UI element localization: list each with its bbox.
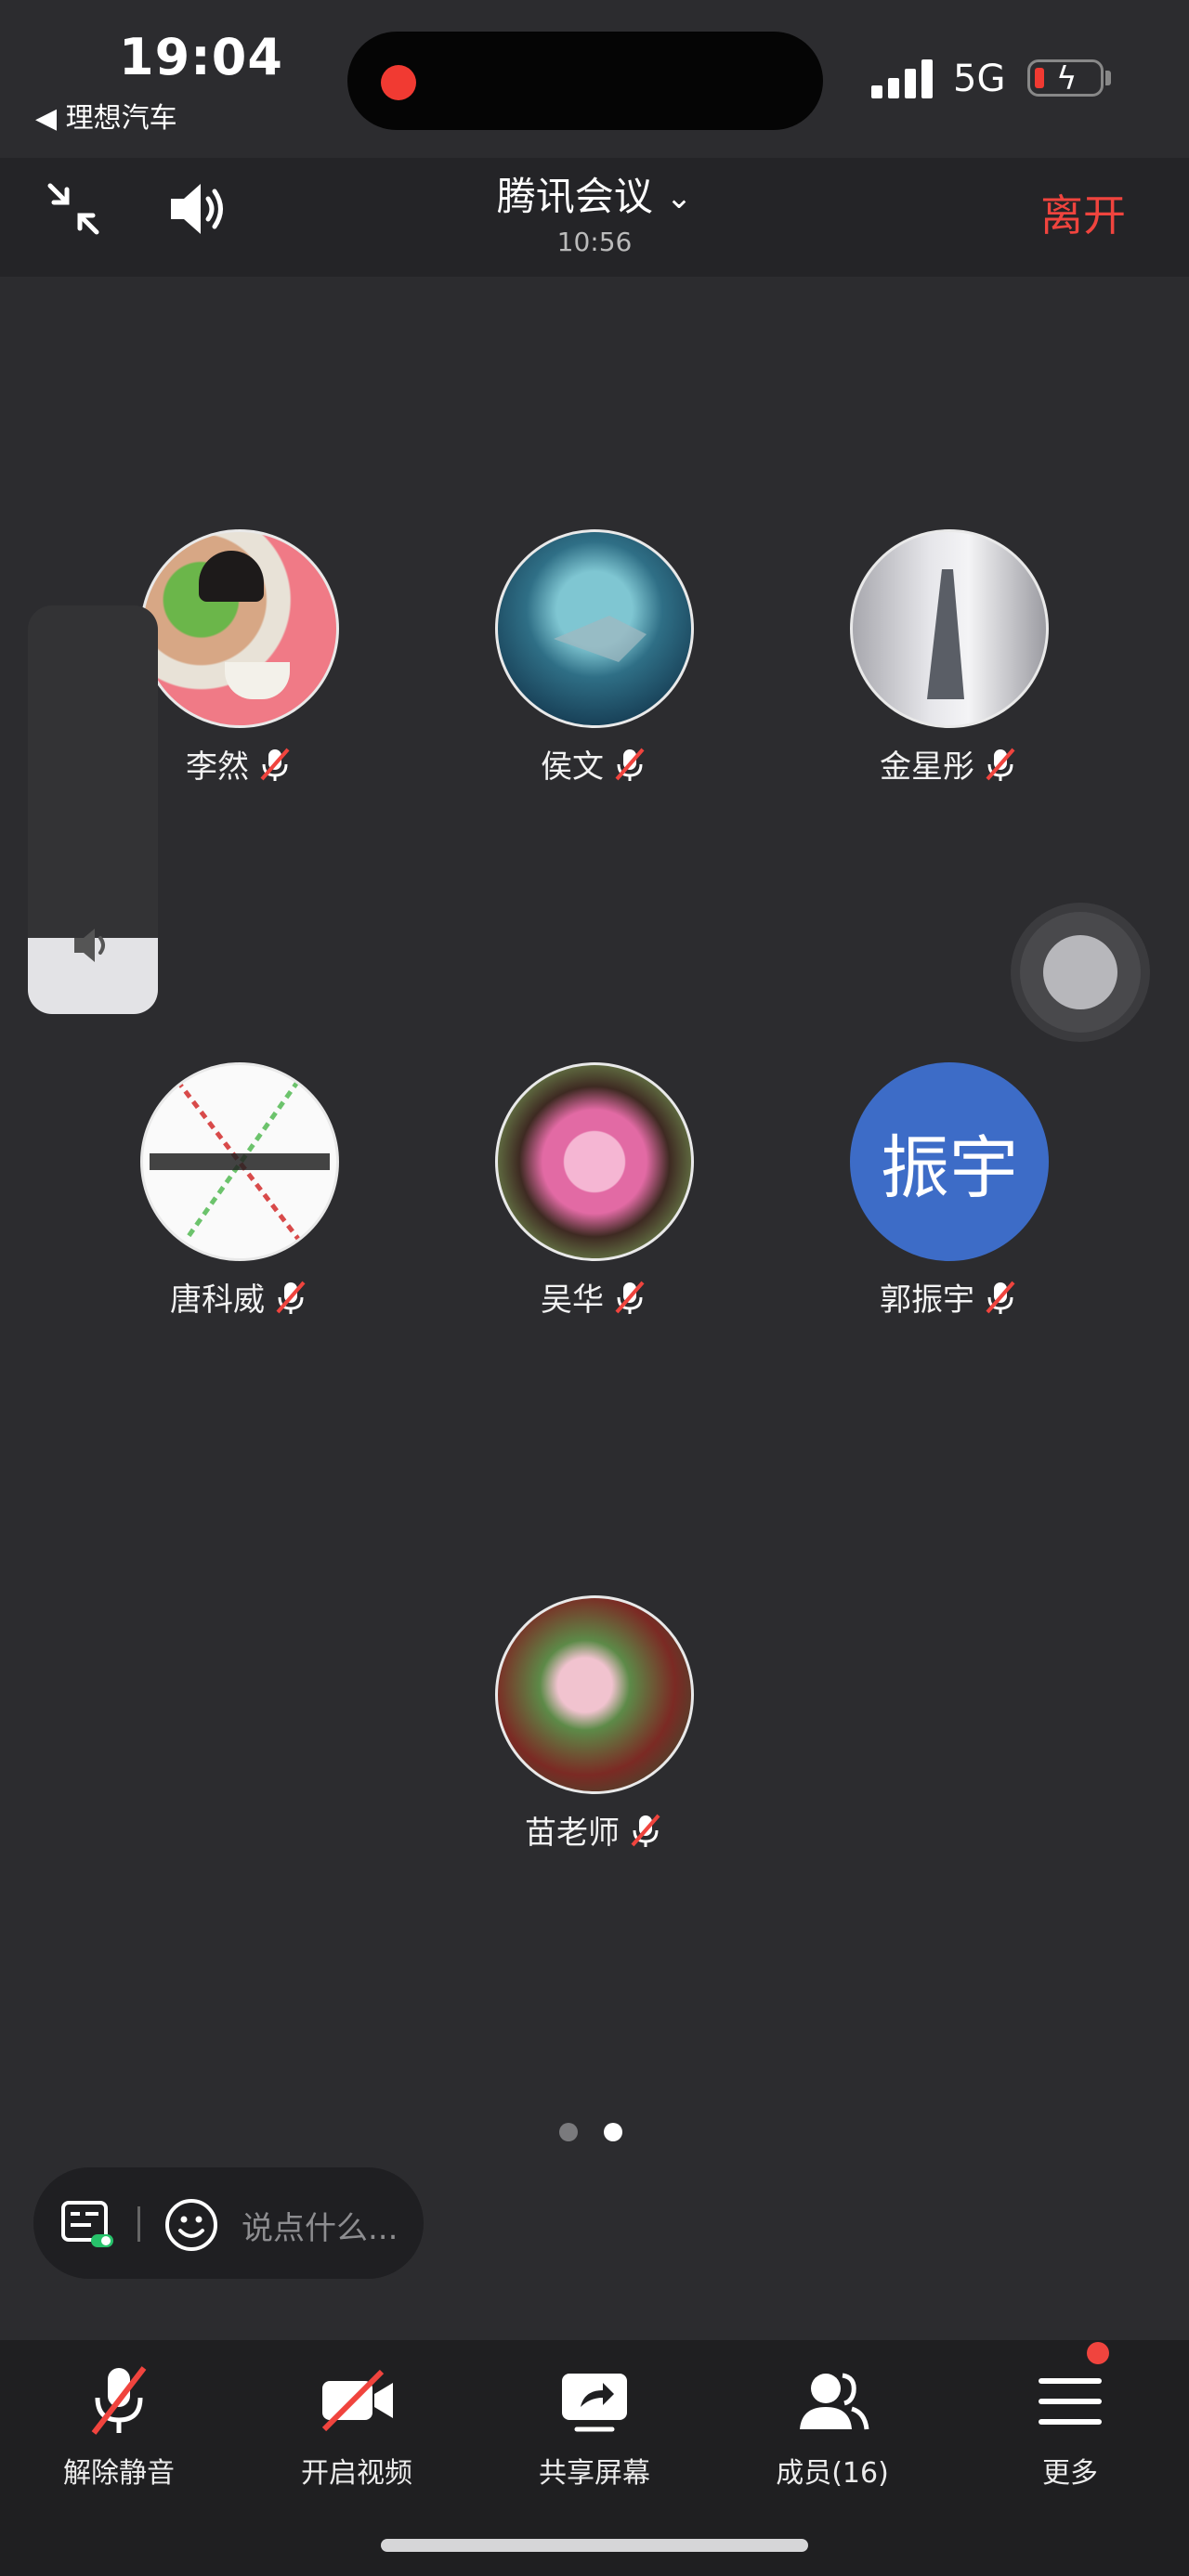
recording-indicator-icon	[381, 65, 416, 100]
volume-icon	[74, 929, 105, 962]
volume-slider[interactable]	[28, 605, 158, 1014]
home-indicator[interactable]	[381, 2539, 808, 2552]
participant-tile[interactable]: 金星彤	[829, 529, 1070, 787]
avatar	[495, 1595, 694, 1794]
toolbar-label: 成员(16)	[776, 2457, 889, 2490]
meeting-duration: 10:56	[556, 227, 633, 257]
participant-tile[interactable]: 吴华	[474, 1062, 715, 1320]
toolbar-label: 共享屏幕	[539, 2457, 650, 2490]
network-type: 5G	[953, 58, 1006, 100]
avatar: 振宇	[850, 1062, 1049, 1261]
back-to-app-link[interactable]: ◀ 理想汽车	[35, 95, 177, 136]
mic-muted-icon	[91, 2366, 147, 2435]
participant-tile[interactable]: 唐科威	[119, 1062, 360, 1320]
participant-name: 侯文	[541, 748, 604, 786]
page-indicator	[559, 2123, 622, 2141]
status-time: 19:04	[119, 28, 283, 86]
avatar	[495, 1062, 694, 1261]
participant-name: 郭振宇	[880, 1281, 974, 1319]
mic-muted-icon	[615, 1281, 645, 1314]
participant-name: 吴华	[541, 1281, 604, 1319]
leave-button[interactable]: 离开	[1040, 182, 1126, 243]
mic-muted-icon	[986, 1281, 1015, 1314]
emoji-icon[interactable]	[163, 2197, 219, 2253]
chat-input-bar[interactable]: 说点什么...	[33, 2167, 424, 2279]
members-button[interactable]: 成员(16)	[721, 2359, 944, 2491]
toolbar-label: 解除静音	[63, 2457, 175, 2490]
divider	[137, 2206, 140, 2242]
share-screen-icon	[562, 2374, 627, 2432]
avatar	[140, 1062, 339, 1261]
avatar	[140, 529, 339, 728]
avatar	[495, 529, 694, 728]
share-screen-button[interactable]: 共享屏幕	[483, 2359, 706, 2491]
unmute-button[interactable]: 解除静音	[7, 2359, 230, 2491]
meeting-title-button[interactable]: 腾讯会议 ⌄	[0, 158, 1189, 222]
battery-nub	[1105, 71, 1111, 85]
notification-badge	[1087, 2342, 1109, 2364]
mic-muted-icon	[260, 748, 290, 781]
chat-placeholder[interactable]: 说点什么...	[242, 2203, 398, 2248]
participant-name: 唐科威	[170, 1281, 265, 1319]
video-off-icon	[321, 2369, 393, 2432]
participant-name: 金星彤	[880, 748, 974, 786]
toolbar-label: 开启视频	[301, 2457, 412, 2490]
avatar	[850, 529, 1049, 728]
battery-icon: ϟ	[1027, 59, 1104, 98]
start-video-button[interactable]: 开启视频	[245, 2359, 468, 2491]
assistive-touch-button[interactable]	[1020, 912, 1141, 1033]
more-menu-icon	[1039, 2378, 1102, 2425]
more-button[interactable]: 更多	[959, 2359, 1182, 2491]
participant-tile[interactable]: 侯文	[474, 529, 715, 787]
participant-name: 苗老师	[525, 1815, 620, 1852]
page-dot[interactable]	[559, 2123, 578, 2141]
mic-muted-icon	[276, 1281, 306, 1314]
chevron-down-icon: ⌄	[665, 179, 693, 216]
cellular-signal-icon	[871, 59, 936, 98]
members-icon	[800, 2373, 869, 2430]
captions-icon[interactable]	[59, 2199, 115, 2251]
dynamic-island	[347, 32, 823, 130]
participant-tile[interactable]: 振宇 郭振宇	[829, 1062, 1070, 1320]
mic-muted-icon	[631, 1814, 660, 1847]
mic-muted-icon	[615, 748, 645, 781]
participant-name: 李然	[186, 748, 249, 786]
mic-muted-icon	[986, 748, 1015, 781]
participant-tile[interactable]: 苗老师	[474, 1595, 715, 1853]
meeting-title: 腾讯会议	[496, 174, 653, 219]
avatar-initials: 振宇	[881, 1127, 1018, 1208]
toolbar-label: 更多	[1042, 2457, 1098, 2490]
page-dot-active[interactable]	[604, 2123, 622, 2141]
